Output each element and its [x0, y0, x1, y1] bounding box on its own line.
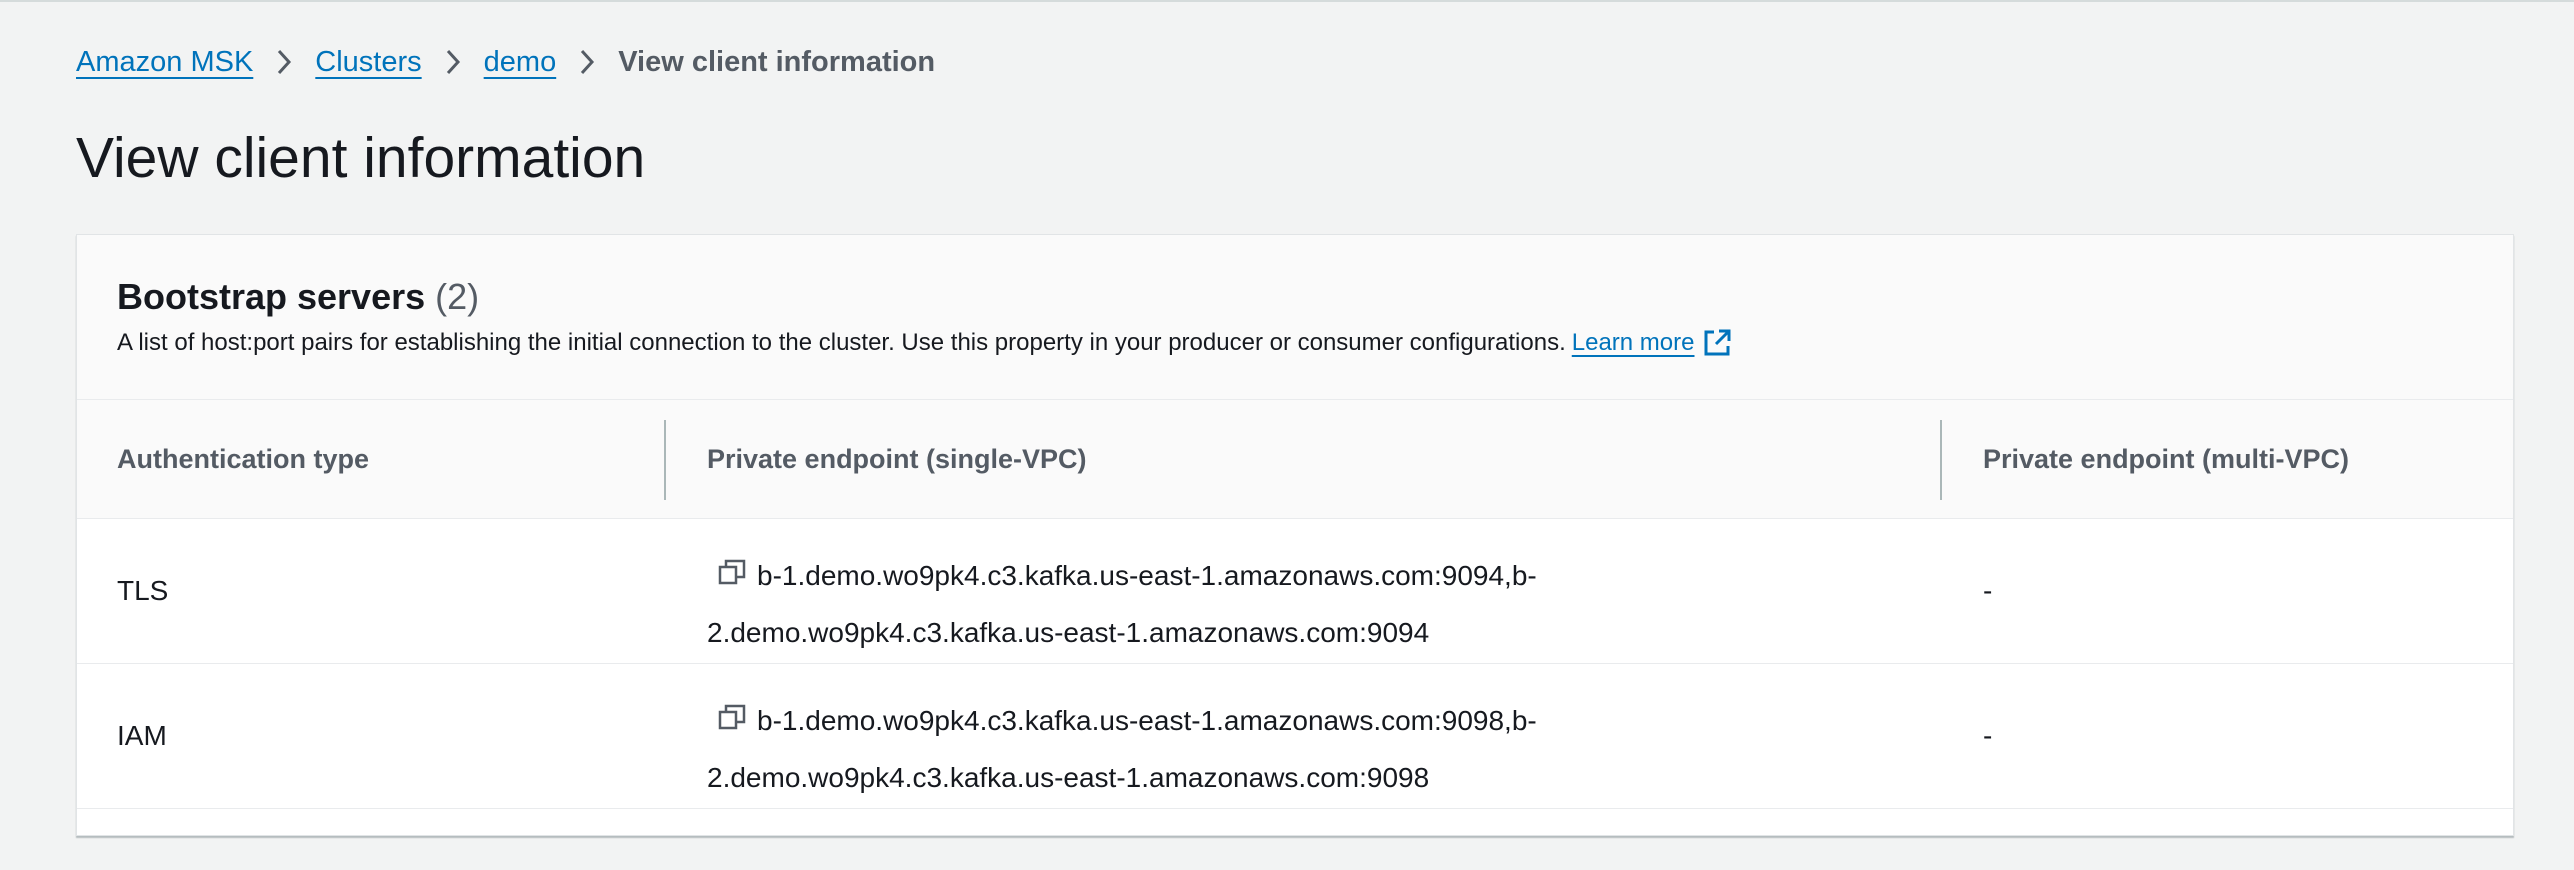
breadcrumb-current: View client information	[618, 45, 936, 78]
learn-more-link[interactable]: Learn more	[1572, 325, 1695, 361]
panel-header: Bootstrap servers (2) A list of host:por…	[77, 235, 2513, 400]
table-header: Authentication type Private endpoint (si…	[77, 400, 2513, 519]
column-header-auth-type[interactable]: Authentication type	[117, 400, 369, 518]
copy-icon[interactable]	[717, 697, 747, 751]
breadcrumb-clusters[interactable]: Clusters	[315, 46, 421, 79]
single-vpc-endpoint-cell: b-1.demo.wo9pk4.c3.kafka.us-east-1.amazo…	[707, 549, 1607, 660]
multi-vpc-endpoint-cell: -	[1983, 575, 1993, 606]
server-count: (2)	[435, 276, 480, 317]
description-text: A list of host:port pairs for establishi…	[117, 329, 1566, 356]
panel-title-text: Bootstrap servers	[117, 276, 426, 317]
endpoint-text-line-1: b-1.demo.wo9pk4.c3.kafka.us-east-1.amazo…	[757, 705, 1537, 736]
endpoint-text-line-1: b-1.demo.wo9pk4.c3.kafka.us-east-1.amazo…	[757, 560, 1537, 591]
column-header-multi-vpc[interactable]: Private endpoint (multi-VPC)	[1983, 400, 2349, 518]
endpoint-text-line-2: 2.demo.wo9pk4.c3.kafka.us-east-1.amazona…	[707, 762, 1430, 793]
breadcrumb-amazon-msk[interactable]: Amazon MSK	[76, 46, 253, 79]
table-row: TLS b-1.demo.wo9pk4.c3.kafka.us-east-1.a…	[77, 519, 2513, 664]
endpoint-text-line-2: 2.demo.wo9pk4.c3.kafka.us-east-1.amazona…	[707, 617, 1430, 648]
multi-vpc-endpoint-cell: -	[1983, 720, 1993, 751]
endpoint-line-1: b-1.demo.wo9pk4.c3.kafka.us-east-1.amazo…	[707, 549, 1607, 606]
column-header-single-vpc[interactable]: Private endpoint (single-VPC)	[707, 400, 1087, 518]
table-row: IAM b-1.demo.wo9pk4.c3.kafka.us-east-1.a…	[77, 664, 2513, 809]
bootstrap-servers-panel: Bootstrap servers (2) A list of host:por…	[76, 234, 2514, 836]
chevron-right-icon	[267, 48, 301, 76]
single-vpc-endpoint-cell: b-1.demo.wo9pk4.c3.kafka.us-east-1.amazo…	[707, 694, 1607, 805]
breadcrumb-demo[interactable]: demo	[484, 46, 557, 79]
column-resizer[interactable]	[1940, 420, 1942, 500]
auth-type-cell: IAM	[117, 720, 167, 751]
breadcrumb: Amazon MSK Clusters demo View client inf…	[76, 40, 935, 84]
top-divider	[0, 0, 2574, 2]
column-resizer[interactable]	[664, 420, 666, 500]
panel-description: A list of host:port pairs for establishi…	[117, 325, 1732, 361]
chevron-right-icon	[570, 48, 604, 76]
external-link-icon[interactable]	[1702, 328, 1732, 358]
panel-title: Bootstrap servers (2)	[117, 275, 479, 319]
page-title: View client information	[76, 126, 646, 190]
copy-icon[interactable]	[717, 552, 747, 606]
chevron-right-icon	[436, 48, 470, 76]
endpoint-line-1: b-1.demo.wo9pk4.c3.kafka.us-east-1.amazo…	[707, 694, 1607, 751]
auth-type-cell: TLS	[117, 575, 169, 606]
